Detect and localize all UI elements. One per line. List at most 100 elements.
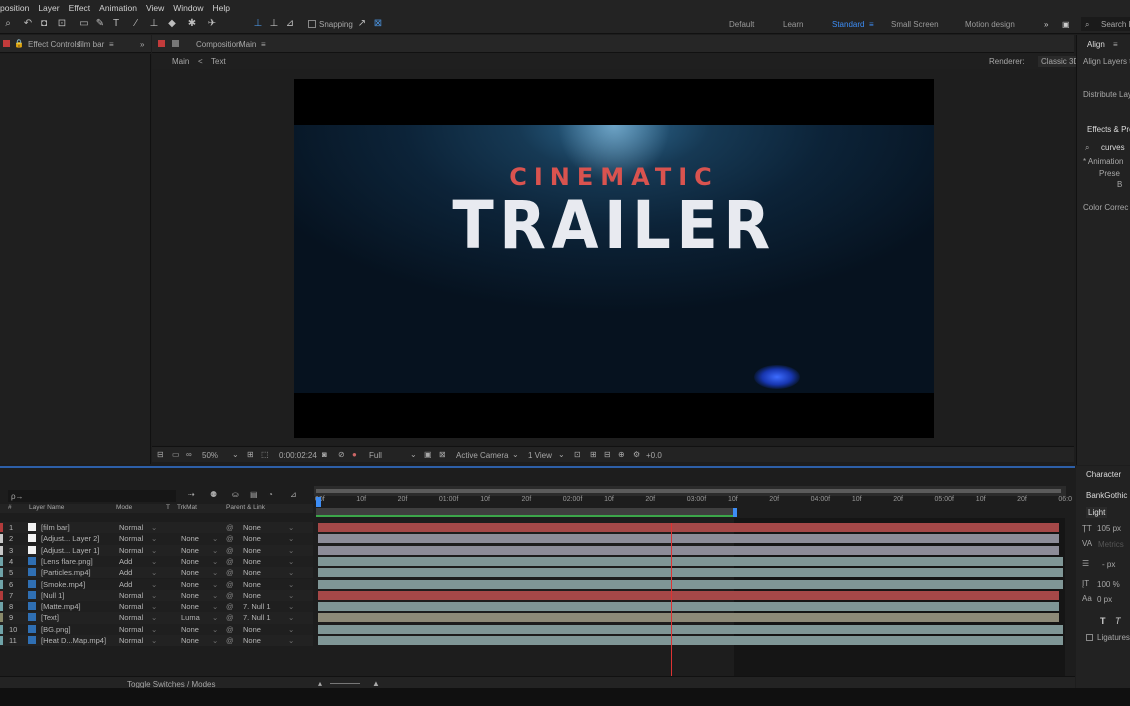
mask-visibility-icon[interactable]: ∞ [186,450,192,459]
chevron-down-icon[interactable]: ⌄ [151,557,157,566]
chevron-down-icon[interactable]: ⌄ [151,613,157,622]
pick-whip-icon[interactable]: @ [226,602,234,611]
channel-icon[interactable]: ● [352,450,357,459]
snap-grid-icon[interactable]: ⊠ [372,18,384,30]
layer-name[interactable]: [Lens flare.png] [41,557,93,566]
pick-whip-icon[interactable]: @ [226,568,234,577]
chevron-down-icon[interactable]: ⌄ [212,625,218,634]
search-help-field[interactable]: ⌕ Search H [1081,17,1130,31]
graph-editor-icon[interactable]: ⊿ [290,490,297,499]
view-layout-select[interactable]: 1 View [528,451,552,460]
playhead-handle[interactable] [316,497,321,507]
layer-row[interactable]: 3 [Adjust... Layer 1] Normal ⌄ None ⌄ @ None ⌄ [0,544,313,556]
layer-parent[interactable]: None [243,568,261,577]
layer-name[interactable]: [Heat D...Map.mp4] [41,636,106,645]
sync-icon[interactable]: ▣ [1062,20,1070,29]
brush-tool-icon[interactable]: ∕ [130,18,142,30]
stroke-width-value[interactable]: - px [1102,560,1115,569]
current-time[interactable]: 0:00:02:24 [279,451,317,460]
chevron-down-icon[interactable]: ⌄ [288,636,294,645]
layer-mode[interactable]: Add [119,557,132,566]
layer-row[interactable]: 2 [Adjust... Layer 2] Normal ⌄ None ⌄ @ None ⌄ [0,533,313,545]
pick-whip-icon[interactable]: @ [226,546,234,555]
layer-mode[interactable]: Add [119,568,132,577]
transparency-grid-icon[interactable]: ▣ [424,450,432,459]
fit-icon[interactable]: ⊞ [247,450,254,459]
work-area-range[interactable] [316,489,1061,493]
exposure-value[interactable]: +0.0 [646,451,662,460]
layer-parent[interactable]: None [243,625,261,634]
snapshot-icon[interactable]: ◙ [322,450,327,459]
layer-trkmat[interactable]: None [181,636,199,645]
motion-blur-icon[interactable]: ◔ [268,490,273,499]
layer-name[interactable]: [Adjust... Layer 2] [41,534,99,543]
clone-stamp-tool-icon[interactable]: ⊥ [148,18,160,30]
layer-parent[interactable]: None [243,636,261,645]
chevron-down-icon[interactable]: ⌄ [288,557,294,566]
workspace-small-screen[interactable]: Small Screen [891,20,939,29]
chevron-down-icon[interactable]: ⌄ [151,591,157,600]
layer-mode[interactable]: Normal [119,625,143,634]
current-time-indicator-line[interactable] [671,523,672,676]
chevron-down-icon[interactable]: ⌄ [212,613,218,622]
effects-search-input[interactable]: curves [1101,143,1125,152]
chevron-down-icon[interactable]: ⌄ [151,546,157,555]
kerning-value[interactable]: Metrics [1098,540,1124,549]
chevron-down-icon[interactable]: ⌄ [288,580,294,589]
layer-mode[interactable]: Normal [119,613,143,622]
zoom-in-icon[interactable]: ▲ [372,679,380,688]
chevron-down-icon[interactable]: ⌄ [512,450,519,459]
layer-mode[interactable]: Normal [119,591,143,600]
layer-label-color[interactable] [0,590,3,600]
pick-whip-icon[interactable]: @ [226,591,234,600]
draft-3d-icon[interactable]: ⚉ [210,490,217,499]
layer-label-color[interactable] [0,545,3,555]
layer-label-color[interactable] [0,556,3,566]
pick-whip-icon[interactable]: @ [226,580,234,589]
chevron-down-icon[interactable]: ⌄ [288,625,294,634]
composition-title[interactable]: Composition [196,40,240,49]
layer-name[interactable]: [Matte.mp4] [41,602,81,611]
local-axis-icon[interactable]: ⊥ [252,18,264,30]
ligatures-checkbox[interactable] [1086,634,1093,641]
chevron-down-icon[interactable]: ⌄ [151,534,157,543]
timeline-toggle-icon[interactable]: ⊟ [604,450,611,459]
fast-previews-icon[interactable]: ⊞ [590,450,597,459]
menu-view[interactable]: View [146,3,164,13]
font-style-select[interactable]: Light [1086,507,1108,518]
zoom-slider[interactable] [330,683,360,684]
layer-parent[interactable]: None [243,557,261,566]
workspace-default[interactable]: Default [729,20,754,29]
layer-row[interactable]: 8 [Matte.mp4] Normal ⌄ None ⌄ @7. Null 1 ⌄ [0,601,313,613]
chevron-down-icon[interactable]: ⌄ [288,523,294,532]
menu-window[interactable]: Window [173,3,203,13]
camera-select[interactable]: Active Camera [456,451,508,460]
exposure-reset-icon[interactable]: ⚙ [633,450,640,459]
menu-animation[interactable]: Animation [99,3,137,13]
layer-name[interactable]: [Smoke.mp4] [41,580,85,589]
layer-name[interactable]: [BG.png] [41,625,71,634]
workspace-menu-icon[interactable]: ≡ [869,20,874,29]
chevron-down-icon[interactable]: ⌄ [288,546,294,555]
effect-controls-layer[interactable]: film bar [78,40,104,49]
tree-b[interactable]: B [1117,180,1122,189]
menu-help[interactable]: Help [212,3,229,13]
layer-parent[interactable]: None [243,580,261,589]
layer-row[interactable]: 4 [Lens flare.png] Add ⌄ None ⌄ @ None ⌄ [0,555,313,568]
composition-viewer[interactable]: CINEMATIC TRAILER [152,69,1074,445]
frame-blending-icon[interactable]: ▤ [250,490,258,499]
chevron-down-icon[interactable]: ⌄ [558,450,565,459]
flowchart-text[interactable]: Text [211,57,226,66]
layer-duration-bar[interactable] [318,568,1063,578]
layer-name[interactable]: [Particles.mp4] [41,568,91,577]
layer-row[interactable]: 9 [Text] Normal ⌄ Luma ⌄ @7. Null 1 ⌄ [0,612,313,624]
menu-layer[interactable]: Layer [38,3,59,13]
faux-bold-icon[interactable]: T [1100,616,1106,626]
chevron-down-icon[interactable]: ⌄ [212,568,218,577]
layer-row[interactable]: 7 [Null 1] Normal ⌄ None ⌄ @ None ⌄ [0,589,313,602]
chevron-down-icon[interactable]: ⌄ [288,613,294,622]
layer-row[interactable]: 5 [Particles.mp4] Add ⌄ None ⌄ @ None ⌄ [0,567,313,579]
chevron-down-icon[interactable]: ⌄ [212,602,218,611]
pen-tool-icon[interactable]: ✎ [94,18,106,30]
lock-icon[interactable]: 🔒 [14,39,24,48]
